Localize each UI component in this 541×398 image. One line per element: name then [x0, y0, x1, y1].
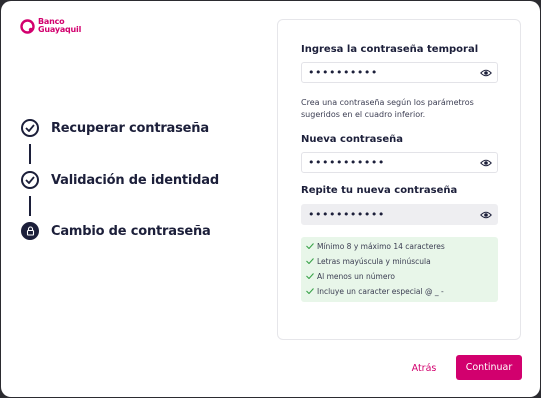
step-connector: [29, 196, 31, 216]
requirement-item: Al menos un número: [306, 272, 395, 281]
eye-icon[interactable]: [480, 210, 492, 220]
requirement-item: Incluye un caracter especial @ _ -: [306, 287, 444, 296]
bank-logo: Banco Guayaquil: [20, 18, 81, 34]
temp-password-input[interactable]: ••••••••••: [301, 62, 498, 83]
lock-icon: [21, 222, 39, 240]
modal-window: Banco Guayaquil Recuperar contraseña Val…: [1, 1, 540, 397]
requirement-text: Al menos un número: [317, 272, 395, 281]
bank-name-line2: Guayaquil: [38, 25, 82, 34]
eye-icon[interactable]: [480, 68, 492, 78]
check-icon: [21, 119, 39, 137]
requirement-item: Letras mayúscula y minúscula: [306, 257, 431, 266]
back-button[interactable]: Atrás: [399, 357, 449, 379]
step-identity-validation: Validación de identidad: [21, 171, 219, 189]
requirement-text: Letras mayúscula y minúscula: [317, 257, 431, 266]
password-form-card: Ingresa la contraseña temporal •••••••••…: [277, 19, 521, 340]
temp-password-value: ••••••••••: [308, 66, 378, 79]
repeat-password-label: Repite tu nueva contraseña: [301, 185, 458, 196]
check-icon: [306, 288, 314, 294]
continue-button[interactable]: Continuar: [456, 355, 522, 380]
step-change-password: Cambio de contraseña: [21, 222, 211, 240]
step-label: Validación de identidad: [51, 172, 219, 188]
check-icon: [306, 243, 314, 249]
repeat-password-value: •••••••••••: [308, 208, 385, 221]
step-label: Cambio de contraseña: [51, 223, 211, 239]
requirement-text: Mínimo 8 y máximo 14 caracteres: [317, 242, 445, 251]
password-requirements: Mínimo 8 y máximo 14 caracteres Letras m…: [301, 237, 498, 302]
step-connector: [29, 144, 31, 164]
eye-icon[interactable]: [480, 158, 492, 168]
check-icon: [306, 258, 314, 264]
bank-logo-icon: [20, 18, 35, 34]
requirement-item: Mínimo 8 y máximo 14 caracteres: [306, 242, 445, 251]
repeat-password-input[interactable]: •••••••••••: [301, 204, 498, 225]
step-label: Recuperar contraseña: [51, 120, 209, 136]
check-icon: [21, 171, 39, 189]
new-password-input[interactable]: •••••••••••: [301, 152, 498, 173]
step-recover-password: Recuperar contraseña: [21, 119, 209, 137]
check-icon: [306, 273, 314, 279]
new-password-label: Nueva contraseña: [301, 134, 403, 145]
temp-password-label: Ingresa la contraseña temporal: [301, 44, 479, 55]
new-password-value: •••••••••••: [308, 156, 385, 169]
bank-name: Banco Guayaquil: [38, 18, 81, 34]
password-hint: Crea una contraseña según los parámetros…: [301, 98, 474, 119]
requirement-text: Incluye un caracter especial @ _ -: [317, 287, 444, 296]
